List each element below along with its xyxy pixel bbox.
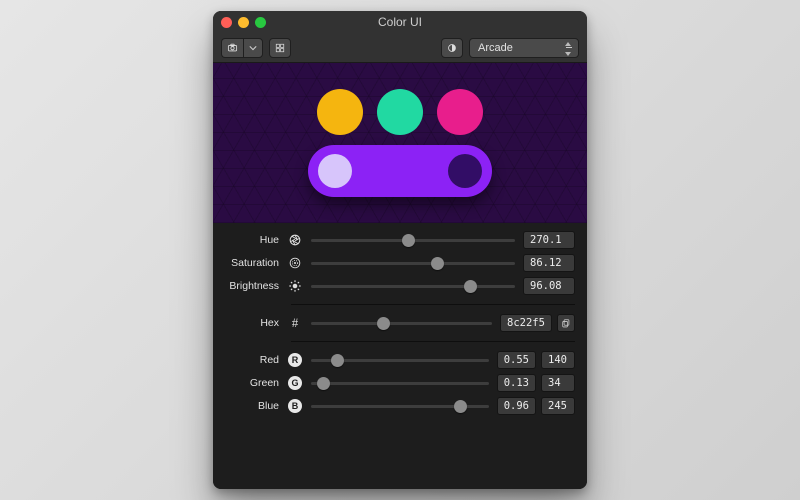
theme-select[interactable]: Arcade <box>469 38 579 58</box>
green-slider[interactable] <box>311 375 489 391</box>
zoom-icon[interactable] <box>255 17 266 28</box>
row-saturation: Saturation 86.12 <box>225 254 575 272</box>
hue-slider[interactable] <box>311 232 515 248</box>
sun-icon <box>287 278 303 294</box>
toggle-token[interactable] <box>308 145 492 197</box>
hex-label: Hex <box>225 317 279 329</box>
brightness-slider[interactable] <box>311 278 515 294</box>
swatch-yellow[interactable] <box>317 89 363 135</box>
blue-int[interactable]: 245 <box>541 397 575 415</box>
grid-view-button[interactable] <box>269 38 291 58</box>
separator <box>291 304 575 305</box>
g-badge-icon: G <box>287 375 303 391</box>
window-title: Color UI <box>213 15 587 29</box>
aperture-icon <box>287 232 303 248</box>
row-brightness: Brightness 96.08 <box>225 277 575 295</box>
app-window: Color UI Arcade <box>213 11 587 489</box>
brightness-label: Brightness <box>225 280 279 292</box>
hex-value[interactable]: 8c22f5 <box>500 314 552 332</box>
hue-value[interactable]: 270.1 <box>523 231 575 249</box>
copy-hex-button[interactable] <box>557 314 575 332</box>
snapshot-button[interactable] <box>221 38 243 58</box>
select-arrows-icon <box>565 42 573 56</box>
row-hue: Hue 270.1 <box>225 231 575 249</box>
row-green: Green G 0.13 34 <box>225 374 575 392</box>
preview-panel <box>213 63 587 223</box>
token-knob-light <box>318 154 352 188</box>
saturation-icon <box>287 255 303 271</box>
swatch-teal[interactable] <box>377 89 423 135</box>
brightness-value[interactable]: 96.08 <box>523 277 575 295</box>
r-badge-icon: R <box>287 352 303 368</box>
row-blue: Blue B 0.96 245 <box>225 397 575 415</box>
minimize-icon[interactable] <box>238 17 249 28</box>
saturation-slider[interactable] <box>311 255 515 271</box>
red-slider[interactable] <box>311 352 489 368</box>
red-label: Red <box>225 354 279 366</box>
red-fraction[interactable]: 0.55 <box>497 351 536 369</box>
b-badge-icon: B <box>287 398 303 414</box>
blue-slider[interactable] <box>311 398 489 414</box>
hue-label: Hue <box>225 234 279 246</box>
swatch-magenta[interactable] <box>437 89 483 135</box>
contrast-icon <box>447 43 457 53</box>
blue-label: Blue <box>225 400 279 412</box>
copy-icon <box>561 318 572 329</box>
toolbar: Arcade <box>213 33 587 63</box>
row-hex: Hex # 8c22f5 <box>225 314 575 332</box>
controls-panel: Hue 270.1 Saturation 86.12 Brightness 96… <box>213 223 587 489</box>
green-label: Green <box>225 377 279 389</box>
hex-slider[interactable] <box>311 315 492 331</box>
chevron-down-icon <box>249 44 257 52</box>
theme-select-label: Arcade <box>478 42 513 54</box>
row-red: Red R 0.55 140 <box>225 351 575 369</box>
saturation-label: Saturation <box>225 257 279 269</box>
green-int[interactable]: 34 <box>541 374 575 392</box>
separator <box>291 341 575 342</box>
camera-icon <box>227 42 238 53</box>
hash-icon: # <box>287 315 303 331</box>
token-knob-dark <box>448 154 482 188</box>
snapshot-menu-button[interactable] <box>243 38 263 58</box>
snapshot-segmented <box>221 38 263 58</box>
titlebar[interactable]: Color UI <box>213 11 587 33</box>
swatch-row <box>317 89 483 135</box>
blue-fraction[interactable]: 0.96 <box>497 397 536 415</box>
red-int[interactable]: 140 <box>541 351 575 369</box>
close-icon[interactable] <box>221 17 232 28</box>
grid-icon <box>275 43 285 53</box>
contrast-button[interactable] <box>441 38 463 58</box>
saturation-value[interactable]: 86.12 <box>523 254 575 272</box>
green-fraction[interactable]: 0.13 <box>497 374 536 392</box>
